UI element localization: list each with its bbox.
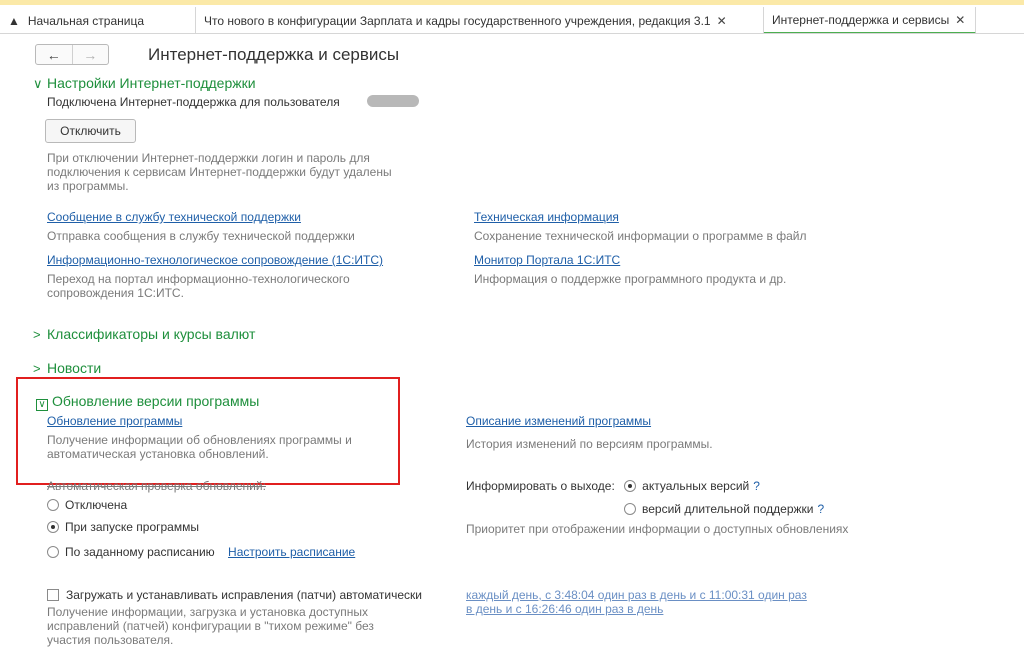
page-title: Интернет-поддержка и сервисы bbox=[148, 45, 400, 64]
history-nav: ← → bbox=[35, 44, 109, 65]
radio-icon bbox=[47, 546, 59, 558]
patches-schedule-text: каждый день, с 3:48:04 один раз в день и… bbox=[466, 588, 807, 616]
arrow-right-icon: → bbox=[83, 46, 98, 63]
close-icon[interactable]: ✕ bbox=[717, 14, 727, 28]
radio-icon bbox=[47, 499, 59, 511]
option-label: Отключена bbox=[65, 498, 128, 512]
checkbox-icon[interactable] bbox=[47, 589, 59, 601]
auto-check-option-schedule[interactable]: По заданному расписанию Настроить распис… bbox=[47, 545, 355, 559]
section-title: Настройки Интернет-поддержки bbox=[47, 75, 256, 91]
section-title: Новости bbox=[47, 360, 102, 376]
inform-option-actual[interactable]: актуальных версий bbox=[624, 479, 749, 493]
tab-label: Интернет-поддержка и сервисы bbox=[772, 12, 950, 27]
tab-bar-divider bbox=[0, 33, 1024, 34]
patches-desc: Получение информации, загрузка и установ… bbox=[47, 605, 374, 647]
close-icon[interactable]: ✕ bbox=[955, 13, 965, 27]
blurred-username bbox=[367, 95, 419, 107]
chevron-down-icon: ∨ bbox=[36, 399, 48, 411]
radio-selected-icon bbox=[624, 480, 637, 492]
option-label: При запуске программы bbox=[65, 520, 199, 534]
its-link[interactable]: Информационно-технологическое сопровожде… bbox=[47, 253, 383, 267]
option-label: актуальных версий bbox=[642, 479, 750, 493]
its-monitor-link[interactable]: Монитор Портала 1С:ИТС bbox=[474, 253, 620, 267]
section-update[interactable]: ∨ Обновление версии программы bbox=[36, 393, 259, 411]
inform-row: Информировать о выходе: актуальных верси… bbox=[466, 479, 760, 493]
its-desc: Переход на портал информационно-технолог… bbox=[47, 272, 350, 300]
section-news[interactable]: > Новости bbox=[33, 360, 101, 376]
chevron-right-icon: > bbox=[33, 361, 41, 376]
changes-link[interactable]: Описание изменений программы bbox=[466, 414, 651, 428]
patches-schedule-link[interactable]: каждый день, с 3:48:04 один раз в день и… bbox=[466, 588, 816, 616]
back-button[interactable]: ← bbox=[36, 45, 73, 64]
program-update-link[interactable]: Обновление программы bbox=[47, 414, 182, 428]
configure-schedule-link[interactable]: Настроить расписание bbox=[228, 545, 355, 559]
tech-support-message-link[interactable]: Сообщение в службу технической поддержки bbox=[47, 210, 301, 224]
radio-selected-icon bbox=[47, 521, 59, 533]
tab-label: Что нового в конфигурации Зарплата и кад… bbox=[204, 13, 711, 28]
connected-status: Подключена Интернет-поддержка для пользо… bbox=[47, 95, 340, 109]
radio-icon bbox=[624, 503, 636, 515]
program-update-desc: Получение информации об обновлениях прог… bbox=[47, 433, 352, 461]
tech-support-message-desc: Отправка сообщения в службу технической … bbox=[47, 229, 355, 243]
tech-info-link[interactable]: Техническая информация bbox=[474, 210, 619, 224]
section-title: Обновление версии программы bbox=[52, 393, 260, 409]
section-classifiers[interactable]: > Классификаторы и курсы валют bbox=[33, 326, 255, 342]
inform-label: Информировать о выходе: bbox=[466, 479, 615, 493]
tech-info-desc: Сохранение технической информации о прог… bbox=[474, 229, 807, 243]
tab-home[interactable]: ▲ Начальная страница bbox=[0, 7, 196, 34]
arrow-left-icon: ← bbox=[46, 46, 61, 63]
forward-button[interactable]: → bbox=[73, 45, 109, 64]
its-monitor-desc: Информация о поддержке программного прод… bbox=[474, 272, 787, 286]
auto-check-option-startup[interactable]: При запуске программы bbox=[47, 520, 199, 534]
help-icon[interactable]: ? bbox=[818, 502, 825, 516]
patches-checkbox-row[interactable]: Загружать и устанавливать исправления (п… bbox=[47, 588, 422, 602]
priority-note: Приоритет при отображении информации о д… bbox=[466, 522, 849, 536]
section-title: Классификаторы и курсы валют bbox=[47, 326, 256, 342]
disconnect-note: При отключении Интернет-поддержки логин … bbox=[47, 151, 392, 193]
option-label: По заданному расписанию bbox=[65, 545, 215, 559]
tab-whats-new[interactable]: Что нового в конфигурации Зарплата и кад… bbox=[196, 7, 764, 34]
section-support-settings[interactable]: ∨ Настройки Интернет-поддержки bbox=[33, 75, 256, 92]
tab-bar-accent bbox=[0, 0, 1024, 5]
changes-desc: История изменений по версиям программы. bbox=[466, 437, 713, 451]
home-icon: ▲ bbox=[8, 13, 20, 28]
inform-option-lts[interactable]: версий длительной поддержки? bbox=[624, 502, 824, 516]
tab-bar: ▲ Начальная страница Что нового в конфиг… bbox=[0, 0, 1024, 34]
disconnect-button[interactable]: Отключить bbox=[45, 119, 136, 143]
tab-label: Начальная страница bbox=[27, 13, 144, 28]
chevron-right-icon: > bbox=[33, 327, 41, 342]
auto-check-option-off[interactable]: Отключена bbox=[47, 498, 127, 512]
patches-label: Загружать и устанавливать исправления (п… bbox=[66, 588, 422, 602]
help-icon[interactable]: ? bbox=[753, 479, 760, 493]
auto-check-label: Автоматическая проверка обновлений: bbox=[47, 479, 266, 493]
tab-internet-support[interactable]: Интернет-поддержка и сервисы ✕ bbox=[764, 7, 976, 34]
chevron-down-icon: ∨ bbox=[33, 76, 43, 91]
option-label: версий длительной поддержки bbox=[642, 502, 814, 516]
